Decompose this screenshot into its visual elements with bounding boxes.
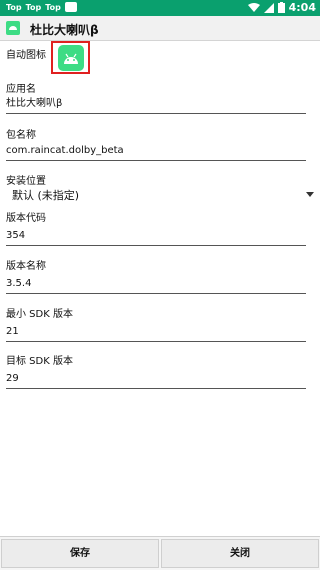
notification-top-1: Top [6,2,22,12]
android-app-icon [57,44,84,71]
notification-square-icon [64,2,77,12]
signal-icon [263,2,274,13]
install-location-value: 默认 (未指定) [12,189,80,202]
chevron-down-icon [306,192,314,197]
system-status: 4:04 [247,1,316,14]
version-name-label: 版本名称 [6,261,46,272]
package-label: 包名称 [6,130,36,141]
target-sdk-field[interactable]: 29 [6,370,306,389]
wifi-icon [247,2,260,12]
notification-area: Top Top Top [6,2,77,12]
battery-icon [277,2,285,13]
icon-label: 自动图标 [6,50,46,61]
save-button[interactable]: 保存 [1,539,159,568]
notification-top-2: Top [25,2,42,12]
min-sdk-field[interactable]: 21 [6,323,306,342]
android-icon [6,21,20,35]
page-title: 杜比大喇叭β [30,23,99,37]
version-name-field[interactable]: 3.5.4 [6,275,306,294]
android-icon [63,53,78,64]
close-button[interactable]: 关闭 [161,539,319,568]
app-name-field[interactable]: 杜比大喇叭β [6,95,306,114]
clock: 4:04 [288,1,316,14]
notification-top-3: Top [45,2,61,12]
target-sdk-label: 目标 SDK 版本 [6,356,73,367]
title-bar: 杜比大喇叭β [0,16,320,41]
app-icon-picker[interactable] [51,41,90,74]
min-sdk-label: 最小 SDK 版本 [6,309,73,320]
status-bar: Top Top Top 4:04 [0,0,320,16]
action-bar: 保存 关闭 [0,536,320,570]
version-code-field[interactable]: 354 [6,227,306,246]
install-location-label: 安装位置 [6,176,46,187]
version-code-label: 版本代码 [6,213,46,224]
package-field[interactable]: com.raincat.dolby_beta [6,142,306,161]
app-name-label: 应用名 [6,84,36,95]
install-location-select[interactable]: 默认 (未指定) [6,186,314,204]
